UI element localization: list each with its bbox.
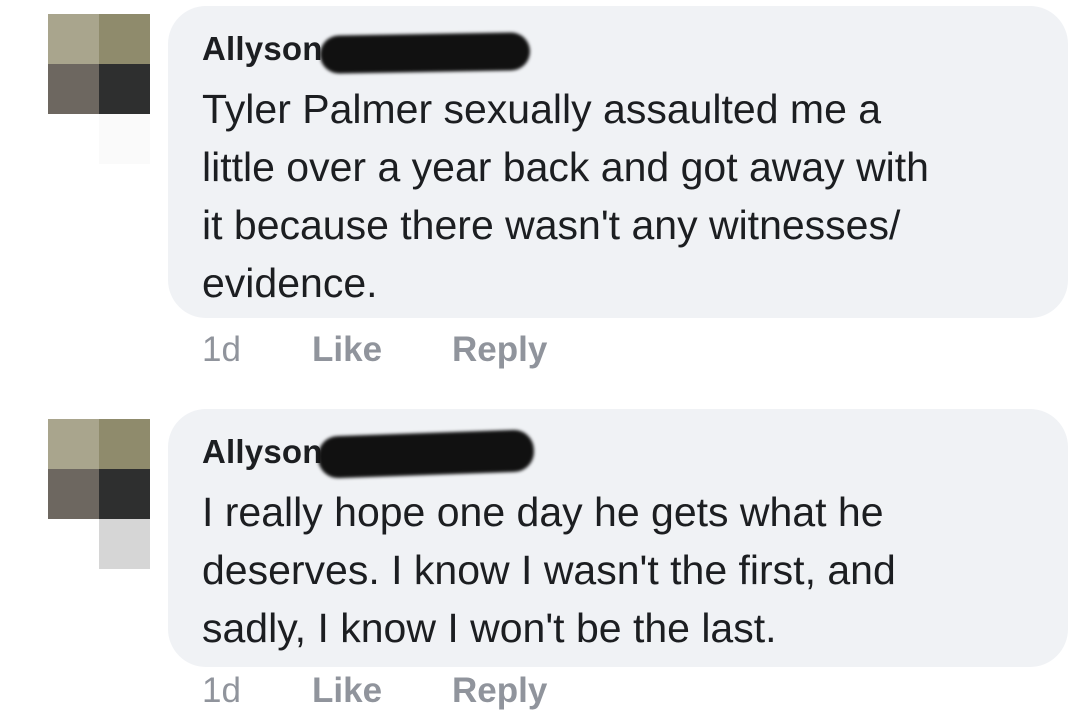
like-button[interactable]: Like: [312, 671, 382, 711]
comment-timestamp[interactable]: 1d: [202, 671, 241, 711]
comment: Allyson Tyler Palmer sexually assaulted …: [0, 0, 1070, 380]
reply-button[interactable]: Reply: [452, 330, 547, 370]
like-button[interactable]: Like: [312, 330, 382, 370]
comment-text: Tyler Palmer sexually assaulted me a lit…: [202, 86, 929, 306]
avatar[interactable]: [48, 14, 150, 164]
comment-author[interactable]: Allyson: [202, 433, 323, 471]
comment-bubble: Allyson Tyler Palmer sexually assaulted …: [168, 6, 1068, 318]
comment-text: I really hope one day he gets what he de…: [202, 489, 896, 651]
comment-timestamp[interactable]: 1d: [202, 330, 241, 370]
avatar[interactable]: [48, 419, 150, 569]
reply-button[interactable]: Reply: [452, 671, 547, 711]
redaction-mark: [319, 32, 531, 74]
redaction-mark: [317, 429, 535, 479]
comment: Allyson I really hope one day he gets wh…: [0, 405, 1070, 721]
comment-author[interactable]: Allyson: [202, 30, 323, 68]
comment-bubble: Allyson I really hope one day he gets wh…: [168, 409, 1068, 667]
